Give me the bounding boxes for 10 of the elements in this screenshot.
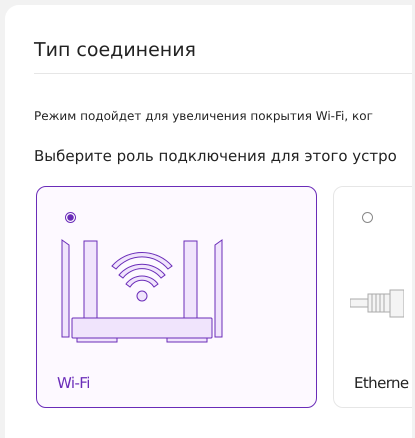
question-text: Выберите роль подключения для этого устро [34,147,398,165]
cable-drawing [350,289,404,319]
panel-title: Тип соединения [34,38,197,63]
option-card[interactable]: Wi-Fi [36,186,317,408]
option-card[interactable]: Etherne [333,186,412,408]
radio-button[interactable] [362,212,373,223]
radio-button[interactable] [65,212,76,223]
description-text: Режим подойдет для увеличения покрытия Wi-Fi, ког [34,109,374,123]
option-label: Wi-Fi [57,374,90,392]
option-label: Etherne [354,374,409,392]
